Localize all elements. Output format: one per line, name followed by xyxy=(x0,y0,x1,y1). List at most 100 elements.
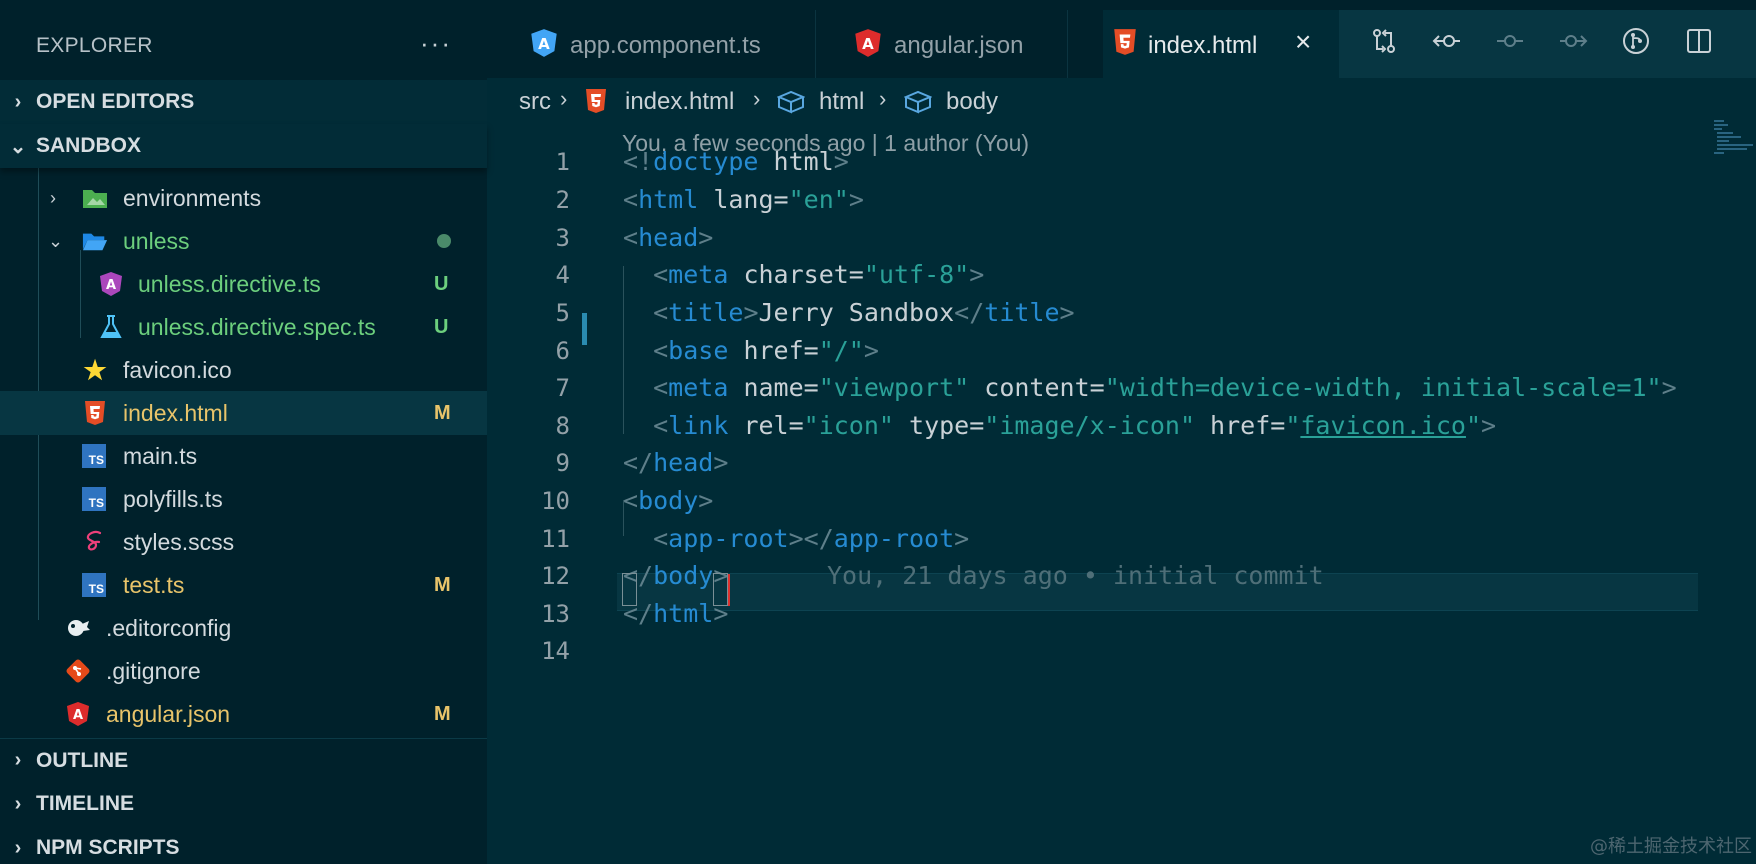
minimap[interactable] xyxy=(1710,118,1756,158)
git-status-badge: M xyxy=(434,401,451,424)
line-number: 10 xyxy=(541,487,570,515)
tree-item-editorconfig[interactable]: .editorconfig xyxy=(0,606,487,650)
folder-environments-icon xyxy=(82,185,108,211)
section-label: SANDBOX xyxy=(36,134,142,157)
code-line-5: <title>Jerry Sandbox</title> xyxy=(653,298,1075,327)
chevron-right-icon: › xyxy=(560,86,568,111)
next-change-icon[interactable] xyxy=(1555,26,1591,62)
bracket-match xyxy=(622,573,637,606)
tree-item-test-ts[interactable]: TS test.ts M xyxy=(0,563,487,607)
bracket-match xyxy=(713,573,728,606)
code-line-9: </head> xyxy=(623,448,729,477)
code-line-10: <body> xyxy=(623,486,714,515)
tree-item-label: unless.directive.spec.ts xyxy=(138,313,376,340)
git-status-badge: U xyxy=(434,272,449,295)
more-actions-icon[interactable]: ··· xyxy=(420,28,452,59)
git-lens-icon[interactable] xyxy=(1618,26,1654,62)
svg-text:A: A xyxy=(106,278,116,293)
tab-app-component-ts[interactable]: A app.component.ts xyxy=(518,10,816,78)
explorer-sidebar: EXPLORER ··· › OPEN EDITORS ⌄ SANDBOX › … xyxy=(0,0,487,864)
html5-icon xyxy=(1113,28,1143,58)
tree-item-label: .editorconfig xyxy=(106,614,232,641)
code-line-8: <link rel="icon" type="image/x-icon" hre… xyxy=(653,411,1497,440)
typescript-icon: TS xyxy=(82,487,106,511)
line-number: 4 xyxy=(555,261,570,289)
chevron-right-icon: › xyxy=(14,836,22,859)
svg-text:A: A xyxy=(538,35,550,53)
chevron-right-icon: › xyxy=(14,90,22,113)
section-label: TIMELINE xyxy=(36,792,134,815)
angular-icon: A xyxy=(65,701,91,727)
breadcrumb-html[interactable]: html xyxy=(819,88,864,116)
breadcrumb-body[interactable]: body xyxy=(946,88,998,116)
test-flask-icon xyxy=(98,314,124,340)
tree-item-angular-json[interactable]: A angular.json M xyxy=(0,692,487,736)
line-number: 1 xyxy=(555,148,570,176)
html5-icon xyxy=(82,400,108,426)
close-icon[interactable]: × xyxy=(1295,26,1311,58)
angular-component-icon: A xyxy=(530,28,560,58)
previous-change-icon[interactable] xyxy=(1429,26,1465,62)
tree-item-label: favicon.ico xyxy=(123,356,232,383)
git-modified-gutter xyxy=(582,313,587,345)
chevron-right-icon: › xyxy=(14,749,22,771)
chevron-right-icon: › xyxy=(50,187,56,208)
line-number: 6 xyxy=(555,337,570,365)
line-number: 3 xyxy=(555,224,570,252)
git-icon xyxy=(65,658,91,684)
breadcrumb: src › index.html › html › body xyxy=(487,78,1756,124)
section-open-editors[interactable]: › OPEN EDITORS xyxy=(0,80,487,124)
chevron-down-icon: ⌄ xyxy=(9,135,27,158)
tree-item-label: unless.directive.ts xyxy=(138,270,321,297)
breadcrumb-src[interactable]: src xyxy=(519,88,551,116)
git-status-badge: M xyxy=(434,702,451,725)
commit-icon[interactable] xyxy=(1492,26,1528,62)
section-npm-scripts[interactable]: › NPM SCRIPTS xyxy=(0,826,487,864)
line-number: 12 xyxy=(541,562,570,590)
line-number: 7 xyxy=(555,374,570,402)
file-tree: › assets › environments ⌄ unless xyxy=(0,150,487,736)
line-number: 9 xyxy=(555,449,570,477)
star-icon: ★ xyxy=(83,354,107,385)
line-number: 13 xyxy=(541,600,570,628)
tab-index-html[interactable]: index.html × xyxy=(1103,10,1339,78)
explorer-title: EXPLORER xyxy=(36,34,153,57)
typescript-icon: TS xyxy=(82,444,106,468)
tree-item-label: .gitignore xyxy=(106,657,201,684)
symbol-element-icon xyxy=(903,90,933,121)
tree-item-label: polyfills.ts xyxy=(123,485,223,512)
tree-item-unless[interactable]: ⌄ unless xyxy=(0,219,487,263)
tree-item-label: angular.json xyxy=(106,700,231,727)
tree-item-styles-scss[interactable]: styles.scss xyxy=(0,520,487,564)
editor-actions xyxy=(1339,10,1756,78)
html5-icon xyxy=(585,88,607,121)
split-editor-icon[interactable] xyxy=(1681,26,1717,62)
inline-blame: You, 21 days ago • initial commit xyxy=(827,561,1324,590)
section-timeline[interactable]: › TIMELINE xyxy=(0,782,487,826)
breadcrumb-file[interactable]: index.html xyxy=(625,88,734,116)
tree-item-unless-directive-spec[interactable]: unless.directive.spec.ts U xyxy=(0,305,487,349)
tab-angular-json[interactable]: A angular.json xyxy=(842,10,1068,78)
tree-item-polyfills-ts[interactable]: TS polyfills.ts xyxy=(0,477,487,521)
line-number: 11 xyxy=(541,525,570,553)
tree-item-gitignore[interactable]: .gitignore xyxy=(0,649,487,693)
sass-icon xyxy=(82,529,108,555)
folder-open-icon xyxy=(82,228,108,254)
code-line-4: <meta charset="utf-8"> xyxy=(653,260,985,289)
code-editor[interactable]: You, a few seconds ago | 1 author (You) … xyxy=(487,124,1756,864)
tree-item-favicon[interactable]: ★ favicon.ico xyxy=(0,348,487,392)
tree-item-environments[interactable]: › environments xyxy=(0,176,487,220)
tree-item-unless-directive[interactable]: A unless.directive.ts U xyxy=(0,262,487,306)
section-sandbox[interactable]: ⌄ SANDBOX xyxy=(0,124,487,168)
explorer-header: EXPLORER ··· xyxy=(0,10,487,80)
chevron-down-icon: ⌄ xyxy=(48,230,64,251)
tree-item-index-html[interactable]: index.html M xyxy=(0,391,487,435)
section-outline[interactable]: › OUTLINE xyxy=(0,738,487,782)
code-line-7: <meta name="viewport" content="width=dev… xyxy=(653,373,1677,402)
line-number: 5 xyxy=(555,299,570,327)
section-label: OUTLINE xyxy=(36,748,129,772)
tree-item-main-ts[interactable]: TS main.ts xyxy=(0,434,487,478)
open-changes-icon[interactable] xyxy=(1366,26,1402,62)
section-label: NPM SCRIPTS xyxy=(36,836,180,859)
tab-label: angular.json xyxy=(894,32,1024,59)
